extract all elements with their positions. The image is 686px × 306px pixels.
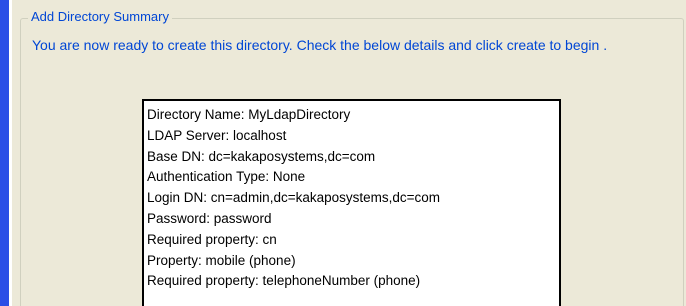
summary-directory-name: Directory Name: MyLdapDirectory — [147, 107, 351, 122]
summary-base-dn: Base DN: dc=kakaposystems,dc=com — [147, 148, 376, 164]
summary-ldap-server: LDAP Server: localhost — [147, 127, 287, 143]
summary-password: Password: password — [147, 210, 272, 226]
groupbox-title: Add Directory Summary — [28, 9, 172, 25]
left-accent-divider — [9, 0, 12, 306]
summary-authentication-type: Authentication Type: None — [147, 169, 306, 185]
summary-required-property-cn: Required property: cn — [147, 231, 277, 247]
summary-login-dn: Login DN: cn=admin,dc=kakaposystems,dc=c… — [147, 190, 441, 206]
intro-text: You are now ready to create this directo… — [32, 37, 608, 53]
directory-summary-box: Directory Name: MyLdapDirectory LDAP Ser… — [142, 99, 561, 306]
summary-property-mobile: Property: mobile (phone) — [147, 252, 296, 268]
add-directory-summary-panel: Add Directory Summary You are now ready … — [0, 0, 686, 306]
left-accent-bar — [0, 0, 9, 306]
summary-required-property-telephone: Required property: telephoneNumber (phon… — [147, 273, 421, 289]
